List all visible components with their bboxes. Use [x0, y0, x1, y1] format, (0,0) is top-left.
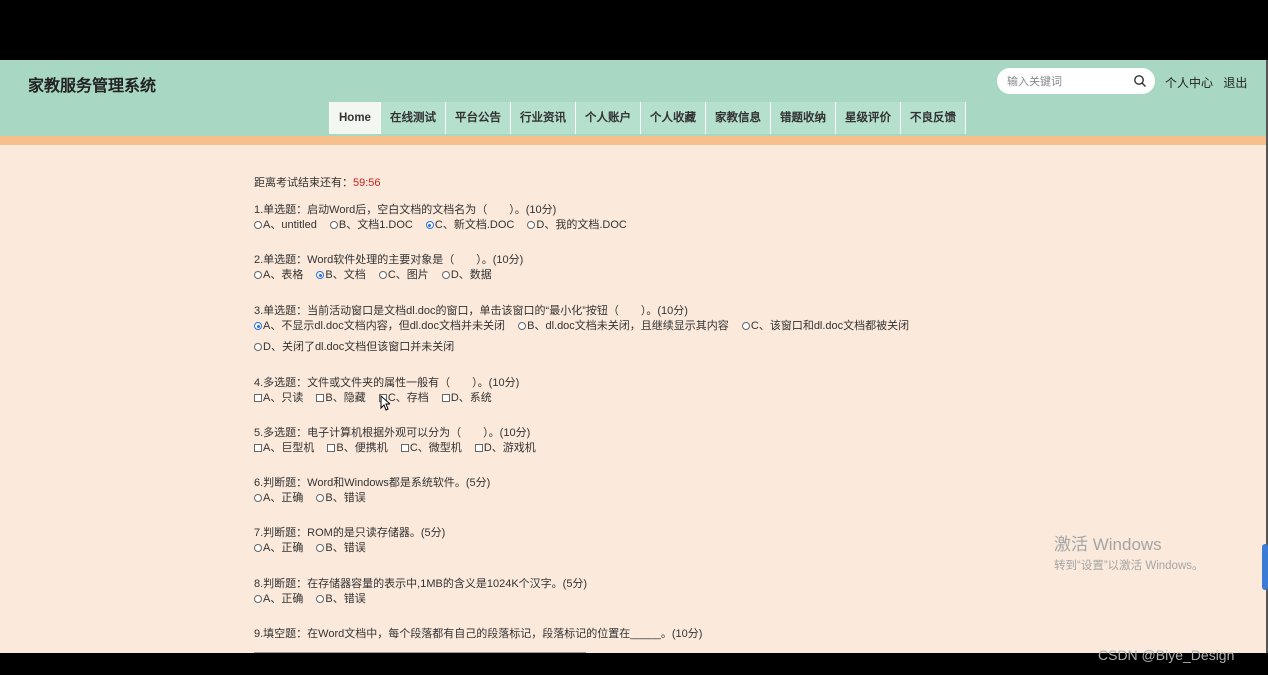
question-title: 2.单选题：Word软件处理的主要对象是（ ）。(10分) [254, 254, 524, 266]
question-title: 9.填空题：在Word文档中，每个段落都有自己的段落标记，段落标记的位置在___… [254, 628, 703, 640]
tab-home[interactable]: Home [329, 102, 380, 134]
tab-wrong-questions[interactable]: 错题收纳 [769, 102, 835, 134]
radio-icon[interactable] [254, 544, 262, 552]
radio-icon[interactable] [254, 494, 262, 502]
checkbox-icon[interactable] [474, 444, 483, 452]
option-8a[interactable]: A、正确 [254, 591, 303, 607]
question-3: 3.单选题：当前活动窗口是文档dl.doc的窗口，单击该窗口的“最小化”按钮（ … [254, 304, 919, 355]
tab-feedback[interactable]: 不良反馈 [899, 102, 966, 134]
option-1c[interactable]: C、新文档.DOC [425, 217, 514, 233]
radio-icon[interactable] [741, 322, 750, 330]
radio-icon[interactable] [527, 221, 536, 229]
question-5: 5.多选题：电子计算机根据外观可以分为（ ）。(10分) A、巨型机 B、便携机… [254, 426, 546, 456]
radio-icon[interactable] [254, 271, 262, 279]
logout-link[interactable]: 退出 [1223, 76, 1247, 90]
question-title: 8.判断题：在存储器容量的表示中,1MB的含义是1024K个汉字。(5分) [254, 578, 588, 590]
tab-rating[interactable]: 星级评价 [834, 102, 900, 134]
option-5a[interactable]: A、巨型机 [254, 440, 314, 456]
radio-icon[interactable] [378, 271, 387, 279]
radio-selected-icon[interactable] [254, 322, 262, 330]
radio-icon[interactable] [254, 595, 262, 603]
option-3c[interactable]: C、该窗口和dl.doc文档都被关闭 [741, 318, 909, 334]
radio-icon[interactable] [518, 322, 527, 330]
radio-icon[interactable] [316, 544, 325, 552]
question-8: 8.判断题：在存储器容量的表示中,1MB的含义是1024K个汉字。(5分) A、… [254, 577, 587, 607]
question-title: 3.单选题：当前活动窗口是文档dl.doc的窗口，单击该窗口的“最小化”按钮（ … [254, 305, 688, 317]
option-4d[interactable]: D、系统 [441, 390, 492, 406]
timer-value: 59:56 [353, 177, 381, 189]
user-center-link[interactable]: 个人中心 [1165, 76, 1213, 90]
option-2c[interactable]: C、图片 [378, 267, 429, 283]
mouse-cursor-icon [380, 395, 390, 411]
credit-watermark: CSDN @Biye_Design [1098, 647, 1235, 663]
question-7: 7.判断题：ROM的是只读存储器。(5分) A、正确 B、错误 [254, 526, 445, 556]
watermark-title: 激活 Windows [1054, 535, 1162, 554]
scrollbar-thumb[interactable] [1262, 544, 1268, 590]
option-5c[interactable]: C、微型机 [400, 440, 462, 456]
option-3d[interactable]: D、关闭了dl.doc文档但该窗口并未关闭 [254, 339, 454, 355]
fill-blank-input[interactable] [254, 652, 586, 653]
timer-label: 距离考试结束还有： [254, 177, 353, 189]
question-title: 7.判断题：ROM的是只读存储器。(5分) [254, 527, 446, 539]
watermark-subtitle: 转到“设置”以激活 Windows。 [1054, 560, 1204, 572]
question-title: 4.多选题：文件或文件夹的属性一般有（ ）。(10分) [254, 377, 520, 389]
option-1d[interactable]: D、我的文档.DOC [527, 217, 627, 233]
question-6: 6.判断题：Word和Windows都是系统软件。(5分) A、正确 B、错误 [254, 476, 490, 506]
accent-stripe [0, 136, 1266, 145]
checkbox-icon[interactable] [254, 394, 262, 402]
option-4a[interactable]: A、只读 [254, 390, 303, 406]
search-input[interactable] [1005, 72, 1127, 92]
question-2: 2.单选题：Word软件处理的主要对象是（ ）。(10分) A、表格 B、文档 … [254, 253, 523, 283]
option-2d[interactable]: D、数据 [441, 267, 492, 283]
radio-icon[interactable] [316, 494, 325, 502]
windows-activation-watermark: 激活 Windows 转到“设置”以激活 Windows。 [1054, 530, 1204, 573]
checkbox-icon[interactable] [316, 394, 325, 402]
option-3a[interactable]: A、不显示dl.doc文档内容，但dl.doc文档并未关闭 [254, 318, 505, 334]
user-links: 个人中心 退出 [1165, 74, 1254, 91]
radio-icon[interactable] [441, 271, 450, 279]
question-1: 1.单选题：启动Word后，空白文档的文档名为（ ）。(10分) A、untit… [254, 203, 637, 233]
radio-icon[interactable] [254, 343, 262, 351]
option-5d[interactable]: D、游戏机 [474, 440, 536, 456]
checkbox-icon[interactable] [400, 444, 409, 452]
question-title: 5.多选题：电子计算机根据外观可以分为（ ）。(10分) [254, 427, 531, 439]
option-6b[interactable]: B、错误 [316, 490, 366, 506]
option-1a[interactable]: A、untitled [254, 217, 317, 233]
search-icon[interactable] [1133, 74, 1147, 88]
option-7a[interactable]: A、正确 [254, 540, 303, 556]
site-title: 家教服务管理系统 [28, 78, 157, 95]
tab-tutor-info[interactable]: 家教信息 [704, 102, 770, 134]
question-9: 9.填空题：在Word文档中，每个段落都有自己的段落标记，段落标记的位置在___… [254, 627, 702, 641]
radio-icon[interactable] [316, 595, 325, 603]
option-1b[interactable]: B、文档1.DOC [329, 217, 413, 233]
tab-announcements[interactable]: 平台公告 [444, 102, 510, 134]
option-7b[interactable]: B、错误 [316, 540, 366, 556]
radio-icon[interactable] [254, 221, 262, 229]
main-nav: Home 在线测试 平台公告 行业资讯 个人账户 个人收藏 家教信息 错题收纳 … [329, 102, 966, 136]
question-title: 1.单选题：启动Word后，空白文档的文档名为（ ）。(10分) [254, 204, 557, 216]
exam-timer: 距离考试结束还有：59:56 [254, 174, 381, 190]
radio-selected-icon[interactable] [316, 271, 325, 279]
site-header: 家教服务管理系统 个人中心 退出 Home 在线测试 平台公告 行业资讯 个人账… [0, 60, 1266, 136]
radio-icon[interactable] [329, 221, 338, 229]
checkbox-icon[interactable] [254, 444, 262, 452]
tab-industry-news[interactable]: 行业资讯 [509, 102, 575, 134]
option-2a[interactable]: A、表格 [254, 267, 303, 283]
option-5b[interactable]: B、便携机 [327, 440, 388, 456]
search-box[interactable] [997, 68, 1155, 94]
tab-online-test[interactable]: 在线测试 [379, 102, 445, 134]
checkbox-icon[interactable] [327, 444, 336, 452]
radio-selected-icon[interactable] [425, 221, 434, 229]
question-title: 6.判断题：Word和Windows都是系统软件。(5分) [254, 477, 491, 489]
option-8b[interactable]: B、错误 [316, 591, 366, 607]
option-3b[interactable]: B、dl.doc文档未关闭，且继续显示其内容 [518, 318, 729, 334]
tab-favorites[interactable]: 个人收藏 [639, 102, 705, 134]
option-2b[interactable]: B、文档 [316, 267, 366, 283]
option-4b[interactable]: B、隐藏 [316, 390, 366, 406]
checkbox-icon[interactable] [441, 394, 450, 402]
option-6a[interactable]: A、正确 [254, 490, 303, 506]
tab-account[interactable]: 个人账户 [574, 102, 640, 134]
